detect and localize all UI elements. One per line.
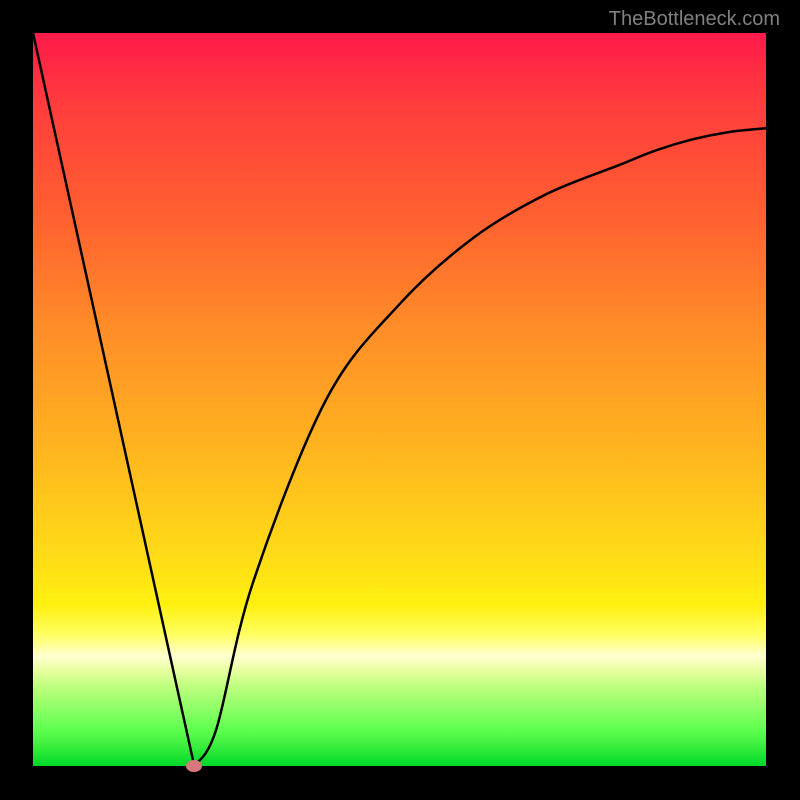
plot-area — [33, 33, 766, 766]
attribution-label: TheBottleneck.com — [609, 8, 780, 31]
bottleneck-curve — [33, 33, 766, 766]
chart-container: TheBottleneck.com — [0, 0, 800, 800]
optimal-point-marker — [186, 760, 202, 772]
